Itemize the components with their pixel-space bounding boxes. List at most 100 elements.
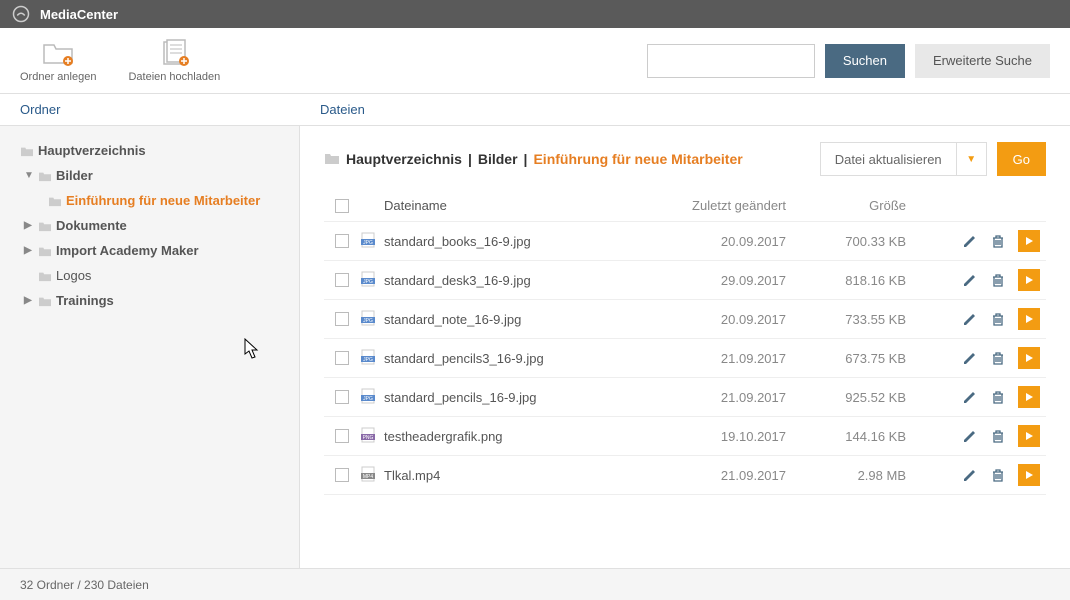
file-name[interactable]: testheadergrafik.png <box>384 429 666 444</box>
action-select-value: Datei aktualisieren <box>821 143 956 175</box>
file-name[interactable]: standard_note_16-9.jpg <box>384 312 666 327</box>
play-button[interactable] <box>1018 464 1040 486</box>
file-size: 2.98 MB <box>786 468 906 483</box>
file-size: 673.75 KB <box>786 351 906 366</box>
play-button[interactable] <box>1018 230 1040 252</box>
file-date: 21.09.2017 <box>666 468 786 483</box>
breadcrumb-seg-2[interactable]: Bilder <box>478 151 518 167</box>
play-button[interactable] <box>1018 347 1040 369</box>
file-row: JPGstandard_note_16-9.jpg20.09.2017733.5… <box>324 300 1046 339</box>
folder-icon <box>324 151 340 168</box>
svg-text:MP4: MP4 <box>363 474 374 480</box>
delete-icon[interactable] <box>990 311 1006 327</box>
delete-icon[interactable] <box>990 350 1006 366</box>
file-row: JPGstandard_desk3_16-9.jpg29.09.2017818.… <box>324 261 1046 300</box>
row-checkbox[interactable] <box>335 429 349 443</box>
select-all-checkbox[interactable] <box>335 199 349 213</box>
play-button[interactable] <box>1018 425 1040 447</box>
tree-item[interactable]: ▼Bilder <box>0 168 299 183</box>
breadcrumb-seg-1[interactable]: Hauptverzeichnis <box>346 151 462 167</box>
upload-files-button[interactable]: Dateien hochladen <box>128 39 220 83</box>
edit-icon[interactable] <box>962 311 978 327</box>
status-text: 32 Ordner / 230 Dateien <box>20 578 149 592</box>
search-input[interactable] <box>647 44 815 78</box>
file-type-icon: JPG <box>360 232 384 251</box>
delete-icon[interactable] <box>990 272 1006 288</box>
file-name[interactable]: standard_pencils_16-9.jpg <box>384 390 666 405</box>
file-row: MP4 Tlkal.mp421.09.20172.98 MB <box>324 456 1046 495</box>
tree-item[interactable]: ▶Import Academy Maker <box>0 243 299 258</box>
file-type-icon: JPG <box>360 349 384 368</box>
file-row: PNG testheadergrafik.png19.10.2017144.16 … <box>324 417 1046 456</box>
tree-item[interactable]: Logos <box>0 268 299 283</box>
go-button[interactable]: Go <box>997 142 1046 176</box>
edit-icon[interactable] <box>962 272 978 288</box>
svg-text:JPG: JPG <box>363 240 373 246</box>
new-folder-button[interactable]: Ordner anlegen <box>20 39 96 83</box>
file-date: 20.09.2017 <box>666 234 786 249</box>
row-checkbox[interactable] <box>335 234 349 248</box>
file-size: 700.33 KB <box>786 234 906 249</box>
tree-item[interactable]: ▶Dokumente <box>0 218 299 233</box>
row-checkbox[interactable] <box>335 390 349 404</box>
file-row: JPG standard_pencils3_16-9.jpg21.09.20176… <box>324 339 1046 378</box>
file-name[interactable]: standard_desk3_16-9.jpg <box>384 273 666 288</box>
file-type-icon: JPG <box>360 310 384 329</box>
search-button[interactable]: Suchen <box>825 44 905 78</box>
breadcrumb-seg-3[interactable]: Einführung für neue Mitarbeiter <box>533 151 742 167</box>
file-type-icon: PNG <box>360 427 384 446</box>
svg-text:PNG: PNG <box>363 435 374 441</box>
file-row: JPGstandard_pencils_16-9.jpg21.09.201792… <box>324 378 1046 417</box>
col-header-name[interactable]: Dateiname <box>384 198 666 213</box>
file-name[interactable]: standard_books_16-9.jpg <box>384 234 666 249</box>
folders-column-label: Ordner <box>0 102 300 117</box>
file-size: 144.16 KB <box>786 429 906 444</box>
upload-files-label: Dateien hochladen <box>128 71 220 83</box>
action-select[interactable]: Datei aktualisieren ▼ <box>820 142 987 176</box>
file-date: 19.10.2017 <box>666 429 786 444</box>
edit-icon[interactable] <box>962 428 978 444</box>
file-list-panel: Hauptverzeichnis | Bilder | Einführung f… <box>300 126 1070 568</box>
folder-plus-icon <box>42 39 74 67</box>
tree-root[interactable]: Hauptverzeichnis <box>0 143 299 158</box>
row-checkbox[interactable] <box>335 273 349 287</box>
file-type-icon: MP4 <box>360 466 384 485</box>
file-name[interactable]: Tlkal.mp4 <box>384 468 666 483</box>
col-header-size[interactable]: Größe <box>786 198 906 213</box>
tree-item[interactable]: ▶Trainings <box>0 293 299 308</box>
edit-icon[interactable] <box>962 350 978 366</box>
app-logo-icon <box>12 5 30 23</box>
svg-text:JPG: JPG <box>363 357 373 363</box>
svg-text:JPG: JPG <box>363 279 373 285</box>
app-header: MediaCenter <box>0 0 1070 28</box>
edit-icon[interactable] <box>962 467 978 483</box>
file-date: 21.09.2017 <box>666 351 786 366</box>
breadcrumb: Hauptverzeichnis | Bilder | Einführung f… <box>324 151 743 168</box>
delete-icon[interactable] <box>990 467 1006 483</box>
delete-icon[interactable] <box>990 428 1006 444</box>
status-bar: 32 Ordner / 230 Dateien <box>0 568 1070 600</box>
app-title: MediaCenter <box>40 7 118 22</box>
delete-icon[interactable] <box>990 233 1006 249</box>
edit-icon[interactable] <box>962 233 978 249</box>
row-checkbox[interactable] <box>335 312 349 326</box>
chevron-down-icon: ▼ <box>956 143 986 175</box>
extended-search-button[interactable]: Erweiterte Suche <box>915 44 1050 78</box>
row-checkbox[interactable] <box>335 351 349 365</box>
columns-header: Ordner Dateien <box>0 94 1070 126</box>
tree-item[interactable]: Einführung für neue Mitarbeiter <box>0 193 299 208</box>
folder-tree-sidebar: Hauptverzeichnis ▼Bilder Einführung für ne… <box>0 126 300 568</box>
play-button[interactable] <box>1018 308 1040 330</box>
file-size: 925.52 KB <box>786 390 906 405</box>
edit-icon[interactable] <box>962 389 978 405</box>
play-button[interactable] <box>1018 386 1040 408</box>
col-header-date[interactable]: Zuletzt geändert <box>666 198 786 213</box>
row-checkbox[interactable] <box>335 468 349 482</box>
file-date: 21.09.2017 <box>666 390 786 405</box>
file-date: 20.09.2017 <box>666 312 786 327</box>
upload-icon <box>158 39 190 67</box>
file-size: 818.16 KB <box>786 273 906 288</box>
play-button[interactable] <box>1018 269 1040 291</box>
file-name[interactable]: standard_pencils3_16-9.jpg <box>384 351 666 366</box>
delete-icon[interactable] <box>990 389 1006 405</box>
